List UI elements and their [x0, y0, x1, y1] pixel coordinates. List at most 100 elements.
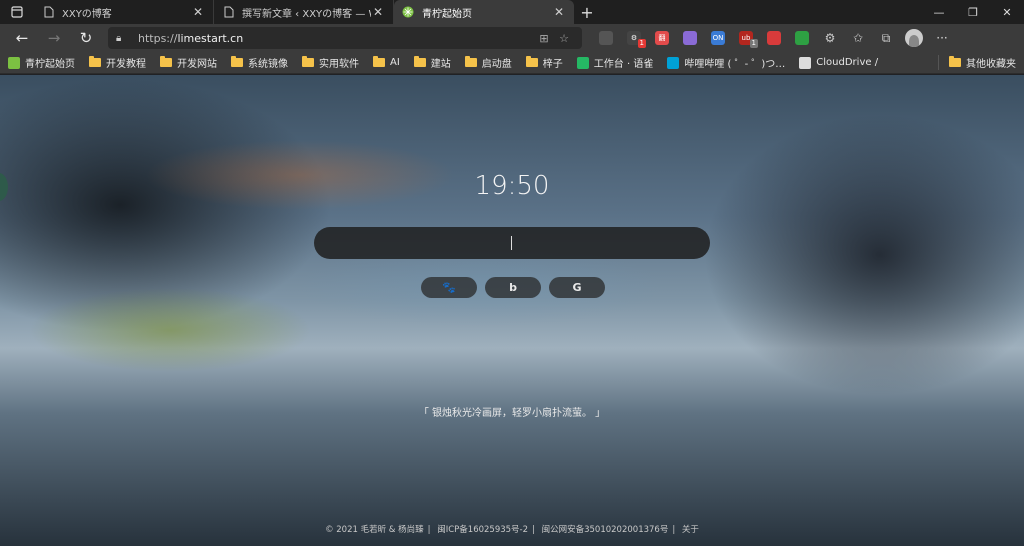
tab-title: 撰写新文章 ‹ XXYの博客 — Wor… — [242, 8, 371, 20]
close-window-button[interactable]: ✕ — [990, 0, 1024, 24]
bookmark-label: CloudDrive / — [816, 57, 879, 68]
tab-actions-icon — [11, 6, 23, 18]
extension-glyph — [683, 31, 697, 45]
bookmark-label: 工作台 · 语雀 — [593, 59, 654, 70]
reader-icon[interactable] — [592, 27, 620, 49]
bookmark-folder[interactable]: 梓子 — [525, 55, 563, 70]
bookmark-item[interactable]: 工作台 · 语雀 — [576, 55, 654, 70]
bookmark-item[interactable]: 哔哩哔哩 ( ゜- ゜)つ… — [667, 55, 785, 70]
extension-glyph — [599, 31, 613, 45]
bookmark-item[interactable]: 青柠起始页 — [8, 55, 75, 70]
puzzle-icon[interactable]: ⚙ — [816, 27, 844, 49]
collections-icon[interactable]: ⧉ — [872, 27, 900, 49]
folder-icon — [525, 56, 538, 67]
ext-icon-5[interactable]: ub 1 — [732, 27, 760, 49]
icp-link[interactable]: 闽ICP备16025935号-2 — [437, 525, 528, 535]
tab-title: 青柠起始页 — [422, 8, 472, 20]
start-page: 19:50 🐾 b G 「 银烛秋光冷画屏，轻罗小扇扑流萤。 」 © 2021 毛若… — [0, 75, 1024, 546]
bookmark-folder[interactable]: AI — [373, 56, 400, 68]
extension-glyph — [767, 31, 781, 45]
app-available-icon[interactable]: ⊞ — [534, 32, 554, 45]
tab-3[interactable]: 青柠起始页 ✕ — [394, 0, 574, 24]
profile-button[interactable] — [900, 27, 928, 49]
page-icon — [44, 6, 54, 18]
about-link[interactable]: 关于 — [682, 525, 699, 535]
bookmark-folder[interactable]: 系统镜像 — [231, 55, 288, 70]
copyright-text: © 2021 毛若昕 & 杨尚臻 — [325, 525, 424, 535]
address-url: https://limestart.cn — [138, 31, 244, 45]
forward-button[interactable]: → — [38, 26, 70, 50]
bookmark-label: 开发网站 — [177, 59, 217, 70]
limestart-icon — [402, 6, 414, 18]
bookmark-label: 梓子 — [542, 59, 563, 70]
bookmark-label: 青柠起始页 — [25, 59, 75, 70]
baidu-icon[interactable]: 🐾 — [421, 277, 477, 298]
bookmark-label: 启动盘 — [481, 59, 512, 70]
favorites-icon[interactable]: ✩ — [844, 27, 872, 49]
extensions-area: ⚙ 1 翻 ON ub 1 — [592, 27, 816, 49]
poem-quote: 「 银烛秋光冷画屏，轻罗小扇扑流萤。 」 — [418, 408, 606, 419]
police-record-link[interactable]: 闽公网安备35010202001376号 — [542, 525, 669, 535]
bookmark-label: AI — [390, 57, 400, 68]
site-icon — [799, 56, 812, 69]
refresh-button[interactable]: ↻ — [70, 26, 102, 50]
close-icon[interactable]: ✕ — [552, 5, 566, 19]
bookmark-label: 哔哩哔哩 ( ゜- ゜)つ… — [684, 59, 786, 70]
ext-icon-7[interactable] — [788, 27, 816, 49]
folder-icon — [413, 56, 426, 67]
folder-icon — [949, 56, 961, 67]
ext-icon-1[interactable]: ⚙ 1 — [620, 27, 648, 49]
tab-actions-button[interactable] — [0, 0, 34, 24]
bookmark-item[interactable]: CloudDrive / — [799, 56, 879, 69]
bookmark-folder[interactable]: 建站 — [413, 55, 451, 70]
bookmark-folder[interactable]: 实用软件 — [302, 55, 359, 70]
ext-icon-4[interactable]: ON — [704, 27, 732, 49]
bookmark-label: 开发教程 — [106, 59, 146, 70]
page-icon — [224, 6, 234, 18]
extension-badge: 1 — [637, 39, 646, 48]
more-menu-icon[interactable]: ··· — [928, 27, 956, 49]
bookmark-label: 实用软件 — [319, 59, 359, 70]
bookmark-folder[interactable]: 开发教程 — [89, 55, 146, 70]
google-icon[interactable]: G — [549, 277, 605, 298]
close-icon[interactable]: ✕ — [371, 5, 385, 19]
toolbar: ← → ↻ 🔒︎ https://limestart.cn ⊞ ☆ ⚙ 1 翻 ON u… — [0, 24, 1024, 52]
folder-icon — [302, 56, 314, 67]
ext-icon-6[interactable] — [760, 27, 788, 49]
search-engines: 🐾 b G — [421, 277, 605, 298]
site-icon — [8, 56, 20, 69]
bookmarks-bar: 青柠起始页 开发教程 开发网站 系统镜像 实用软件 AI 建站 启动盘 梓子 工作台 · 语雀 哔哩… — [0, 52, 1024, 74]
tab-title: XXYの博客 — [62, 8, 112, 20]
restore-button[interactable]: ❐ — [956, 0, 990, 24]
avatar — [905, 29, 923, 47]
extension-badge: 1 — [749, 39, 758, 48]
extension-glyph — [795, 31, 809, 45]
clock: 19:50 — [474, 171, 550, 201]
tab-2[interactable]: 撰写新文章 ‹ XXYの博客 — Wor… ✕ — [214, 0, 394, 24]
extension-glyph: 翻 — [655, 31, 669, 45]
folder-icon — [160, 56, 172, 67]
close-icon[interactable]: ✕ — [191, 5, 205, 19]
page-footer: © 2021 毛若昕 & 杨尚臻 | 闽ICP备16025935号-2 | 闽公网安… — [325, 525, 699, 535]
new-tab-button[interactable]: + — [574, 0, 600, 24]
text-caret — [511, 236, 512, 250]
folder-icon — [373, 56, 385, 67]
minimize-button[interactable]: — — [922, 0, 956, 24]
tab-1[interactable]: XXYの博客 ✕ — [34, 0, 214, 24]
bing-icon[interactable]: b — [485, 277, 541, 298]
bookmark-folder[interactable]: 启动盘 — [464, 55, 512, 70]
favorite-star-icon[interactable]: ☆ — [554, 32, 574, 45]
other-bookmarks-folder[interactable]: 其他收藏夹 — [938, 55, 1016, 70]
ext-icon-2[interactable]: 翻 — [648, 27, 676, 49]
extension-glyph: ON — [711, 31, 725, 45]
back-button[interactable]: ← — [6, 26, 38, 50]
ext-icon-3[interactable] — [676, 27, 704, 49]
search-input[interactable] — [314, 227, 710, 259]
bookmark-folder[interactable]: 开发网站 — [160, 55, 217, 70]
window-controls: — ❐ ✕ — [922, 0, 1024, 24]
folder-icon — [464, 56, 477, 67]
lock-icon[interactable]: 🔒︎ — [116, 33, 128, 44]
site-icon — [667, 56, 680, 69]
address-bar[interactable]: 🔒︎ https://limestart.cn ⊞ ☆ — [108, 27, 582, 49]
bookmark-label: 系统镜像 — [248, 59, 288, 70]
